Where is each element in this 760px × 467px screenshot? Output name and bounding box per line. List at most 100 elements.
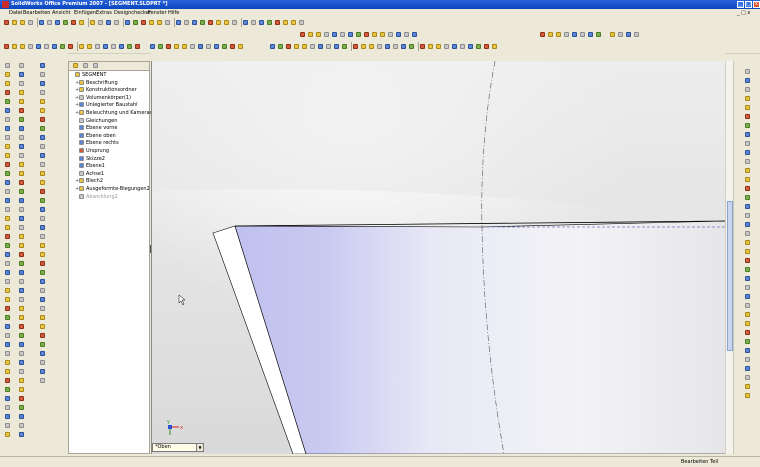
toolbar-button-icon[interactable]	[40, 81, 45, 86]
toolbar-button-icon[interactable]	[745, 87, 750, 92]
toolbar-button-icon[interactable]	[428, 44, 433, 49]
toolbar-button-icon[interactable]	[745, 141, 750, 146]
toolbar-button-icon[interactable]	[745, 213, 750, 218]
toolbar-button-icon[interactable]	[745, 240, 750, 245]
configurationmanager-tab-icon[interactable]	[93, 63, 98, 68]
toolbar-button-icon[interactable]	[318, 44, 323, 49]
tree-item[interactable]: Achse1	[75, 170, 104, 178]
toolbar-button-icon[interactable]	[302, 44, 307, 49]
tree-item[interactable]: Ebene rechts	[75, 140, 119, 147]
toolbar-button-icon[interactable]	[745, 384, 750, 389]
tree-item[interactable]: Ursprung	[75, 148, 109, 155]
toolbar-button-icon[interactable]	[19, 423, 24, 428]
toolbar-button-icon[interactable]	[556, 32, 561, 37]
toolbar-button-icon[interactable]	[206, 44, 211, 49]
toolbar-button-icon[interactable]	[745, 204, 750, 209]
tree-item[interactable]: Ebene vorne	[75, 125, 117, 132]
toolbar-button-icon[interactable]	[40, 180, 45, 185]
toolbar-button-icon[interactable]	[5, 234, 10, 239]
toolbar-button-icon[interactable]	[19, 171, 24, 176]
toolbar-button-icon[interactable]	[745, 96, 750, 101]
toolbar-button-icon[interactable]	[5, 108, 10, 113]
toolbar-button-icon[interactable]	[40, 261, 45, 266]
toolbar-button-icon[interactable]	[40, 342, 45, 347]
featuremanager-tab-icon[interactable]	[73, 63, 78, 68]
model-view[interactable]: x y	[152, 61, 726, 454]
toolbar-button-icon[interactable]	[40, 279, 45, 284]
toolbar-button-icon[interactable]	[19, 153, 24, 158]
toolbar-button-icon[interactable]	[19, 333, 24, 338]
tree-item[interactable]: + Unlegierter Baustahl	[75, 102, 138, 109]
toolbar-button-icon[interactable]	[176, 20, 181, 25]
toolbar-button-icon[interactable]	[40, 315, 45, 320]
toolbar-button-icon[interactable]	[283, 20, 288, 25]
toolbar-button-icon[interactable]	[19, 180, 24, 185]
toolbar-button-icon[interactable]	[19, 72, 24, 77]
toolbar-button-icon[interactable]	[182, 44, 187, 49]
toolbar-button-icon[interactable]	[40, 243, 45, 248]
toolbar-button-icon[interactable]	[5, 360, 10, 365]
toolbar-button-icon[interactable]	[40, 162, 45, 167]
toolbar-button-icon[interactable]	[19, 360, 24, 365]
toolbar-button-icon[interactable]	[44, 44, 49, 49]
menu-hilfe[interactable]: Hilfe	[168, 10, 179, 16]
toolbar-button-icon[interactable]	[388, 32, 393, 37]
menu-einfuegen[interactable]: Einfügen	[74, 10, 96, 16]
toolbar-button-icon[interactable]	[5, 288, 10, 293]
toolbar-button-icon[interactable]	[40, 270, 45, 275]
model-main-face[interactable]	[234, 220, 726, 454]
toolbar-button-icon[interactable]	[310, 44, 315, 49]
toolbar-button-icon[interactable]	[68, 44, 73, 49]
tree-item[interactable]: + Ausgeformte-Biegungen2	[75, 186, 150, 193]
menu-bearbeiten[interactable]: Bearbeiten	[23, 10, 50, 16]
toolbar-button-icon[interactable]	[40, 324, 45, 329]
toolbar-button-icon[interactable]	[150, 44, 155, 49]
toolbar-button-icon[interactable]	[745, 177, 750, 182]
toolbar-button-icon[interactable]	[745, 78, 750, 83]
toolbar-button-icon[interactable]	[5, 405, 10, 410]
toolbar-button-icon[interactable]	[5, 423, 10, 428]
toolbar-button-icon[interactable]	[380, 32, 385, 37]
toolbar-button-icon[interactable]	[19, 279, 24, 284]
toolbar-button-icon[interactable]	[20, 20, 25, 25]
toolbar-button-icon[interactable]	[87, 44, 92, 49]
toolbar-button-icon[interactable]	[19, 117, 24, 122]
toolbar-button-icon[interactable]	[369, 44, 374, 49]
toolbar-button-icon[interactable]	[745, 312, 750, 317]
toolbar-button-icon[interactable]	[5, 63, 10, 68]
toolbar-button-icon[interactable]	[40, 144, 45, 149]
toolbar-button-icon[interactable]	[745, 366, 750, 371]
toolbar-button-icon[interactable]	[20, 44, 25, 49]
toolbar-button-icon[interactable]	[198, 44, 203, 49]
toolbar-button-icon[interactable]	[40, 234, 45, 239]
toolbar-button-icon[interactable]	[564, 32, 569, 37]
toolbar-button-icon[interactable]	[63, 20, 68, 25]
toolbar-button-icon[interactable]	[745, 348, 750, 353]
toolbar-button-icon[interactable]	[40, 153, 45, 158]
toolbar-button-icon[interactable]	[745, 195, 750, 200]
toolbar-button-icon[interactable]	[5, 162, 10, 167]
toolbar-button-icon[interactable]	[745, 186, 750, 191]
toolbar-button-icon[interactable]	[230, 44, 235, 49]
toolbar-button-icon[interactable]	[55, 20, 60, 25]
toolbar-button-icon[interactable]	[28, 44, 33, 49]
tree-item[interactable]: Ebene oben	[75, 132, 116, 140]
toolbar-button-icon[interactable]	[19, 252, 24, 257]
toolbar-button-icon[interactable]	[71, 20, 76, 25]
toolbar-button-icon[interactable]	[308, 32, 313, 37]
toolbar-button-icon[interactable]	[334, 44, 339, 49]
toolbar-button-icon[interactable]	[548, 32, 553, 37]
toolbar-button-icon[interactable]	[40, 126, 45, 131]
toolbar-button-icon[interactable]	[452, 44, 457, 49]
toolbar-button-icon[interactable]	[745, 249, 750, 254]
toolbar-button-icon[interactable]	[149, 20, 154, 25]
toolbar-button-icon[interactable]	[745, 294, 750, 299]
toolbar-button-icon[interactable]	[5, 153, 10, 158]
tree-item[interactable]: + Volumenkörper(1)	[75, 94, 131, 102]
toolbar-button-icon[interactable]	[19, 108, 24, 113]
toolbar-button-icon[interactable]	[12, 44, 17, 49]
toolbar-button-icon[interactable]	[267, 20, 272, 25]
toolbar-button-icon[interactable]	[19, 216, 24, 221]
toolbar-button-icon[interactable]	[224, 20, 229, 25]
toolbar-button-icon[interactable]	[40, 171, 45, 176]
